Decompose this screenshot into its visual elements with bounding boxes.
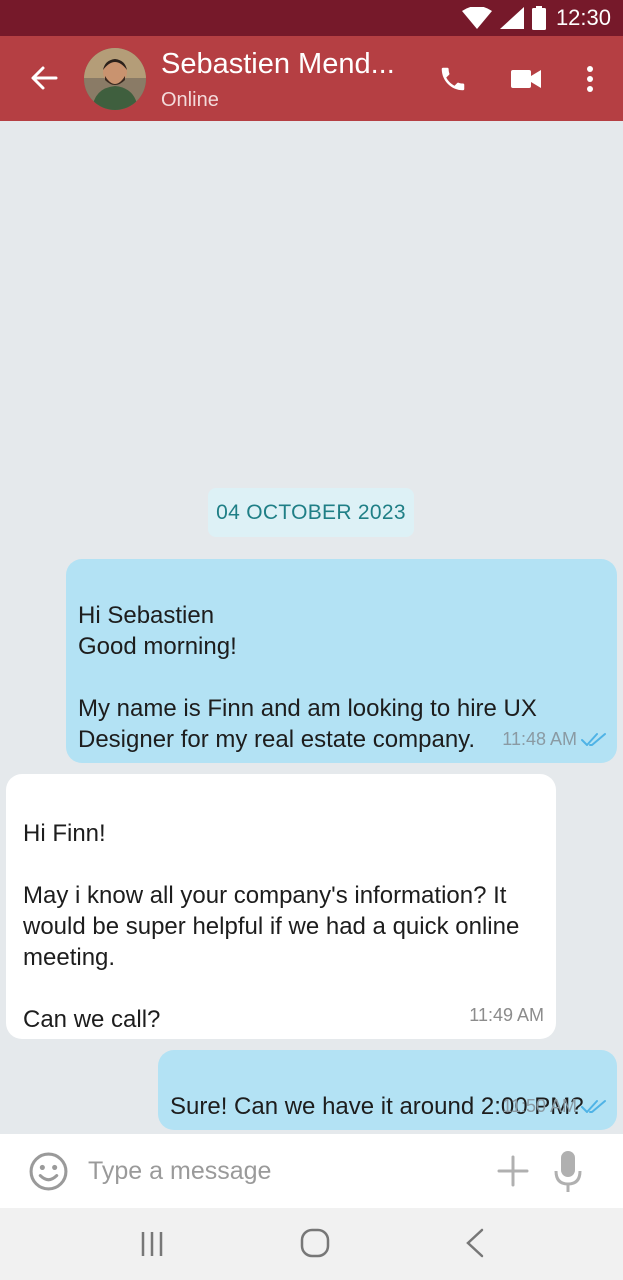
- video-call-button[interactable]: [506, 60, 546, 98]
- contact-name[interactable]: Sebastien Mend...: [161, 48, 411, 81]
- message-list[interactable]: 04 OCTOBER 2023 Hi Sebastien Good mornin…: [0, 121, 623, 1134]
- system-navigation-bar: [0, 1208, 623, 1280]
- message-meta: 11:49 AM: [469, 1000, 544, 1031]
- message-time: 11:50 AM: [502, 1096, 577, 1116]
- more-options-button[interactable]: [576, 60, 604, 98]
- status-bar: 12:30: [0, 0, 623, 36]
- avatar[interactable]: [84, 48, 146, 110]
- chat-header: Sebastien Mend... Online: [0, 36, 623, 121]
- message-text: Hi Finn! May i know all your company's i…: [23, 820, 520, 1033]
- message-meta: 11:50 AM: [502, 1091, 607, 1122]
- plus-icon[interactable]: [496, 1154, 530, 1188]
- back-button[interactable]: [24, 58, 64, 98]
- status-icons: 12:30: [461, 0, 611, 36]
- back-arrow-icon: [31, 66, 58, 90]
- microphone-icon[interactable]: [553, 1149, 583, 1193]
- video-camera-icon: [511, 70, 541, 88]
- wifi-icon: [461, 7, 492, 29]
- emoji-icon[interactable]: [28, 1151, 69, 1192]
- message-bubble-outgoing[interactable]: Sure! Can we have it around 2:00 PM? 11:…: [158, 1050, 617, 1130]
- avatar-image: [84, 48, 146, 110]
- message-bubble-outgoing[interactable]: Hi Sebastien Good morning! My name is Fi…: [66, 559, 617, 763]
- phone-icon: [441, 67, 465, 91]
- back-icon[interactable]: [460, 1226, 490, 1260]
- message-input[interactable]: [88, 1152, 478, 1190]
- voice-call-button[interactable]: [434, 60, 472, 98]
- more-vert-icon: [587, 66, 593, 92]
- date-separator: 04 OCTOBER 2023: [208, 488, 414, 537]
- message-time: 11:48 AM: [502, 729, 577, 749]
- message-bubble-incoming[interactable]: Hi Finn! May i know all your company's i…: [6, 774, 556, 1039]
- battery-icon: [531, 6, 546, 30]
- status-time: 12:30: [555, 5, 611, 30]
- signal-icon: [499, 7, 524, 29]
- home-icon[interactable]: [298, 1226, 332, 1260]
- double-check-icon: [581, 1099, 606, 1113]
- message-text: Hi Sebastien Good morning! My name is Fi…: [78, 602, 537, 753]
- message-meta: 11:48 AM: [502, 724, 607, 755]
- message-time: 11:49 AM: [469, 1005, 544, 1025]
- recents-icon[interactable]: [136, 1228, 168, 1260]
- message-composer: [0, 1134, 623, 1208]
- presence-status: Online: [161, 89, 219, 111]
- double-check-icon: [581, 732, 606, 746]
